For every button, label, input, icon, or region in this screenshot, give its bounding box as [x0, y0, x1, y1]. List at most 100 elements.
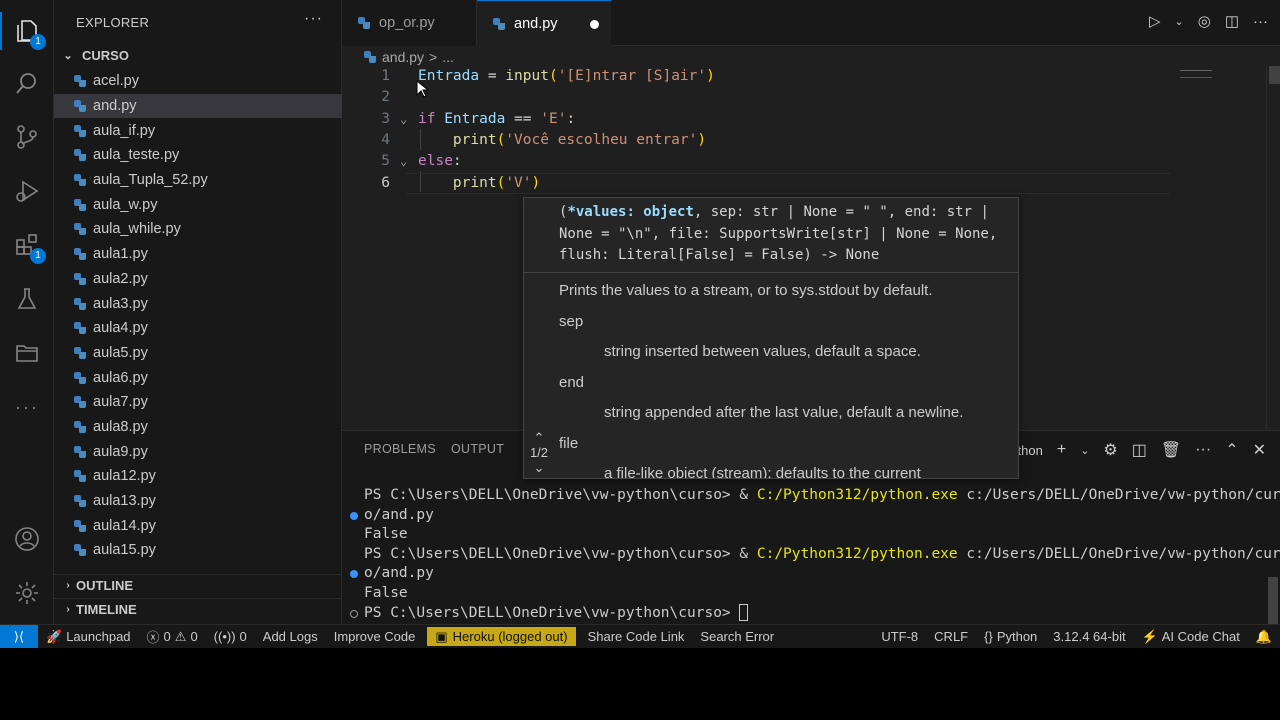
copilot-icon[interactable]: ◎ — [1198, 12, 1211, 30]
search-icon[interactable] — [12, 68, 42, 98]
close-icon[interactable]: ✕ — [1253, 440, 1266, 460]
more-icon[interactable]: ··· — [1195, 441, 1211, 459]
file-label: aula13.py — [93, 493, 156, 510]
python-file-icon — [74, 519, 86, 532]
encoding-selector[interactable]: UTF-8 — [873, 629, 926, 644]
line-number: 3 — [381, 111, 390, 127]
code-line-5: 5 ⌄ else: — [342, 151, 1280, 172]
file-item[interactable]: aula_w.py — [54, 192, 342, 217]
maximize-panel-icon[interactable]: ⌃ — [1225, 440, 1238, 460]
terminal-scrollbar[interactable] — [1266, 467, 1280, 625]
chevron-down-icon[interactable]: ⌄ — [1080, 444, 1089, 457]
tab-output[interactable]: OUTPUT — [451, 442, 504, 456]
file-item[interactable]: aula9.py — [54, 439, 342, 464]
file-item[interactable]: aula8.py — [54, 415, 342, 440]
remote-explorer-icon[interactable] — [12, 338, 42, 368]
file-item[interactable]: aula1.py — [54, 242, 342, 267]
file-item[interactable]: aula6.py — [54, 365, 342, 390]
fold-chevron-icon[interactable]: ⌄ — [400, 151, 407, 172]
fold-chevron-icon[interactable]: ⌄ — [400, 109, 407, 130]
command-success-icon[interactable] — [350, 570, 358, 579]
code-line-1: 1 Entrada = input('[E]ntrar [S]air') — [342, 66, 1280, 87]
file-item[interactable]: aula7.py — [54, 390, 342, 415]
testing-icon[interactable] — [12, 284, 42, 314]
file-item[interactable]: aula4.py — [54, 316, 342, 341]
panel-actions: thon + ⌄ ⚙ ◫ 🗑 ··· ⌃ ✕ — [1018, 440, 1266, 460]
file-item[interactable]: aula3.py — [54, 291, 342, 316]
breadcrumb-file[interactable]: and.py — [382, 49, 424, 65]
extensions-icon[interactable]: 1 — [12, 230, 46, 264]
split-editor-icon[interactable]: ◫ — [1225, 12, 1239, 30]
file-item[interactable]: aula_teste.py — [54, 143, 342, 168]
ports-indicator[interactable]: ((•)) 0 — [206, 629, 255, 644]
ai-code-chat-item[interactable]: ⚡ AI Code Chat — [1134, 629, 1248, 645]
launchpad-item[interactable]: 🚀 Launchpad — [38, 629, 139, 645]
file-item[interactable]: aula15.py — [54, 538, 342, 563]
tab-and[interactable]: and.py — [477, 0, 611, 47]
remote-indicator-icon[interactable]: ⟩⟨ — [0, 624, 38, 648]
explorer-badge: 1 — [30, 34, 46, 50]
lightning-icon: ⚡ — [1141, 628, 1158, 644]
tab-op-or[interactable]: op_or.py — [342, 0, 477, 46]
eol-selector[interactable]: CRLF — [926, 629, 976, 644]
add-logs-button[interactable]: Add Logs — [255, 629, 326, 644]
command-success-icon[interactable] — [350, 511, 358, 520]
unsaved-dot-icon[interactable] — [590, 20, 599, 29]
heroku-status[interactable]: ▣ Heroku (logged out) — [427, 627, 576, 646]
file-item[interactable]: aula2.py — [54, 267, 342, 292]
new-terminal-icon[interactable]: + — [1057, 441, 1066, 459]
search-error-button[interactable]: Search Error — [692, 629, 782, 644]
file-item[interactable]: aula_while.py — [54, 217, 342, 242]
explorer-icon[interactable]: 1 — [0, 12, 46, 50]
folder-curso[interactable]: ⌄ CURSO — [54, 44, 342, 66]
command-pending-icon[interactable] — [350, 609, 358, 618]
tab-label: and.py — [514, 16, 558, 32]
trash-icon[interactable]: 🗑 — [1161, 440, 1181, 460]
file-item-selected[interactable]: and.py — [54, 93, 342, 119]
language-mode[interactable]: {} Python — [976, 629, 1045, 644]
file-label: and.py — [93, 98, 137, 115]
run-debug-icon[interactable] — [12, 176, 42, 206]
terminal-selector[interactable]: thon — [1018, 443, 1043, 458]
file-item[interactable]: acel.py — [54, 69, 342, 94]
python-file-icon — [74, 223, 86, 236]
python-file-icon — [74, 248, 86, 261]
split-terminal-icon[interactable]: ◫ — [1132, 440, 1147, 460]
account-icon[interactable] — [12, 524, 42, 554]
file-item[interactable]: aula12.py — [54, 464, 342, 489]
settings-gear-icon[interactable] — [12, 578, 42, 608]
terminal[interactable]: PS C:\Users\DELL\OneDrive\vw-python\curs… — [350, 486, 1280, 623]
run-icon[interactable]: ▷ — [1149, 12, 1161, 30]
source-control-icon[interactable] — [12, 122, 42, 152]
improve-code-button[interactable]: Improve Code — [326, 629, 424, 644]
file-item[interactable]: aula14.py — [54, 513, 342, 538]
doc-summary: Prints the values to a stream, or to sys… — [559, 282, 933, 299]
share-code-link-button[interactable]: Share Code Link — [580, 629, 693, 644]
breadcrumb-symbols[interactable]: ... — [442, 49, 454, 65]
notifications-bell-icon[interactable]: 🔔 — [1248, 629, 1280, 645]
file-label: aula_while.py — [93, 221, 181, 238]
chevron-down-icon[interactable]: ⌄ — [524, 460, 554, 475]
signature-help-widget[interactable]: (*values: object, sep: str | None = " ",… — [523, 197, 1019, 479]
timeline-section[interactable]: › TIMELINE — [54, 598, 342, 620]
python-file-icon — [74, 420, 86, 433]
chevron-down-icon[interactable]: ⌄ — [1175, 15, 1184, 28]
file-item[interactable]: aula13.py — [54, 489, 342, 514]
outline-section[interactable]: › OUTLINE — [54, 574, 342, 596]
scrollbar-thumb[interactable] — [1268, 577, 1278, 625]
explorer-more-icon[interactable]: ··· — [304, 10, 323, 28]
tab-problems[interactable]: PROBLEMS — [364, 442, 436, 456]
python-interpreter-selector[interactable]: 3.12.4 64-bit — [1045, 629, 1133, 644]
file-item[interactable]: aula_if.py — [54, 118, 342, 143]
chevron-up-icon[interactable]: ⌃ — [524, 430, 554, 445]
file-list: acel.py and.py aula_if.py aula_teste.py … — [54, 69, 342, 569]
gear-icon[interactable]: ⚙ — [1103, 440, 1117, 460]
problems-indicator[interactable]: ⓧ 0 ⚠ 0 — [139, 627, 206, 646]
file-item[interactable]: aula5.py — [54, 341, 342, 366]
file-label: aula2.py — [93, 270, 148, 287]
more-actions-icon[interactable]: ··· — [1253, 13, 1268, 30]
chevron-down-icon: ⌄ — [63, 49, 73, 62]
file-item[interactable]: aula_Tupla_52.py — [54, 168, 342, 193]
more-icon[interactable]: ··· — [12, 392, 42, 422]
python-file-icon — [74, 544, 86, 557]
